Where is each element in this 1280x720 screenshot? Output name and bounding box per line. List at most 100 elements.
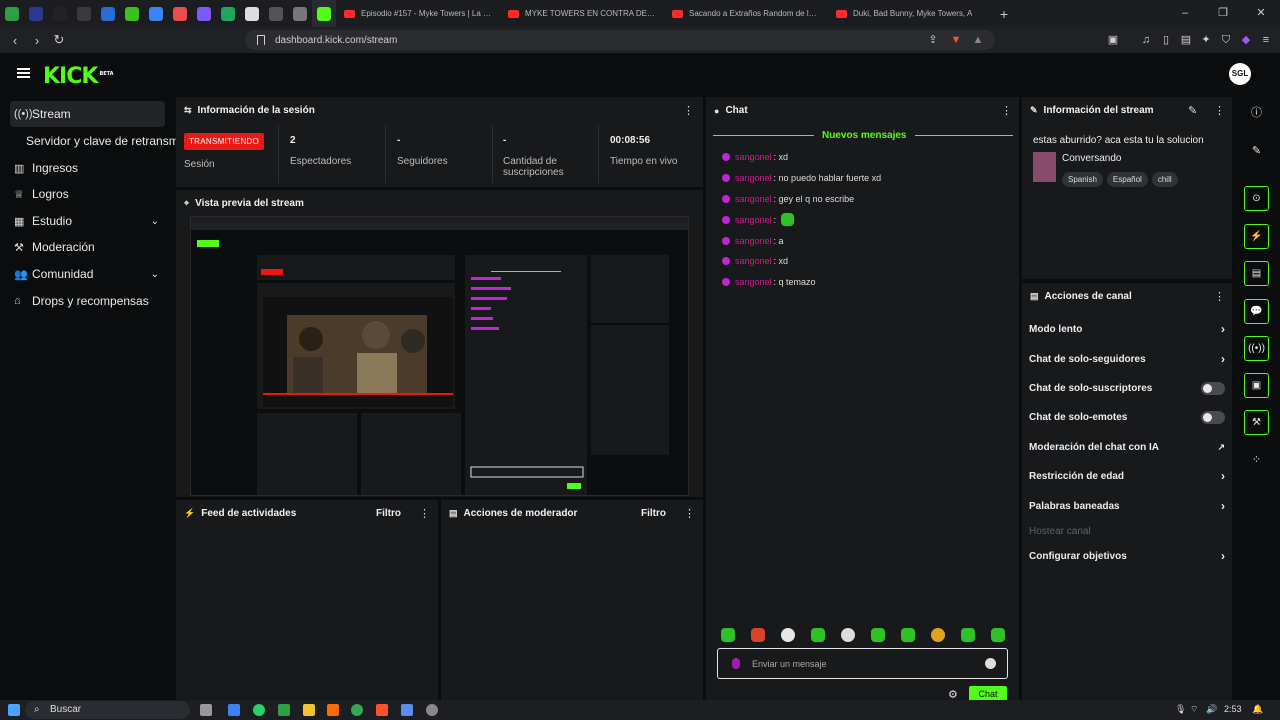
chrome-icon[interactable] (351, 704, 363, 716)
file-explorer-icon[interactable] (303, 704, 315, 716)
pinned-tab[interactable] (288, 0, 312, 27)
emote-icon[interactable] (901, 628, 915, 642)
emote-icon[interactable] (781, 628, 795, 642)
volume-icon[interactable]: 🔊 (1206, 704, 1217, 715)
wifi-icon[interactable]: ⌔ (1190, 704, 1198, 715)
emote-icon[interactable] (961, 628, 975, 642)
emote-icon[interactable] (991, 628, 1005, 642)
session-info-rail-icon[interactable]: ⊙ (1244, 186, 1269, 211)
sidebar-item-ingresos[interactable]: ▥ Ingresos (10, 155, 165, 181)
add-widget-icon[interactable]: ⁘ (1244, 448, 1269, 473)
pinned-tab[interactable] (168, 0, 192, 27)
channel-action-banned-words[interactable]: Palabras baneadas › (1029, 496, 1225, 516)
edit-icon[interactable]: ✎ (1188, 104, 1197, 117)
music-icon[interactable]: ♫ (1138, 32, 1154, 48)
pinned-tab[interactable] (120, 0, 144, 27)
kick-logo[interactable]: KICK BETA (43, 64, 114, 89)
browser-tab[interactable]: Sacando a Extraños Random de la Ca (664, 0, 828, 27)
edit-icon[interactable]: ✎ (1244, 139, 1269, 164)
kebab-menu-icon[interactable]: ⋮ (684, 507, 695, 520)
broadcast-icon[interactable]: ((•)) (1244, 336, 1269, 361)
chat-message[interactable]: sangonel: no puedo hablar fuerte xd (722, 171, 881, 184)
extension-icon[interactable]: ✦ (1198, 32, 1214, 48)
sidebar-toggle-icon[interactable]: ▣ (1105, 32, 1121, 48)
pinned-tab[interactable] (48, 0, 72, 27)
tag[interactable]: chill (1151, 172, 1178, 187)
wallet-icon[interactable]: ▤ (1178, 32, 1194, 48)
chat-input[interactable]: Enviar un mensaje (717, 648, 1008, 679)
tag[interactable]: Spanish (1062, 172, 1103, 187)
document-icon[interactable]: ▤ (1244, 261, 1269, 286)
notifications-icon[interactable]: 🔔 (1252, 704, 1263, 715)
chat-message[interactable]: sangonel: xd (722, 150, 788, 163)
avatar[interactable]: SGL (1229, 63, 1251, 85)
sidebar-item-drops[interactable]: ⌂ Drops y recompensas (10, 288, 165, 314)
reader-icon[interactable]: ▯ (1158, 32, 1174, 48)
url-field[interactable]: dashboard.kick.com/stream (245, 30, 995, 50)
browser-tab[interactable]: MYKE TOWERS EN CONTRA DE TODO (500, 0, 664, 27)
filter-button[interactable]: Filtro (641, 508, 666, 519)
brave-icon[interactable] (376, 704, 388, 716)
app-icon[interactable] (401, 704, 413, 716)
pinned-tab[interactable] (72, 0, 96, 27)
kebab-menu-icon[interactable]: ⋮ (1214, 104, 1225, 117)
app-icon[interactable] (327, 704, 339, 716)
sidebar-item-server-key[interactable]: Servidor y clave de retransmi (26, 128, 181, 154)
pinned-tab[interactable] (264, 0, 288, 27)
copilot-icon[interactable] (228, 704, 240, 716)
toggle-switch[interactable] (1201, 410, 1225, 424)
kebab-menu-icon[interactable]: ⋮ (1214, 290, 1225, 303)
restore-icon[interactable]: ❐ (1204, 0, 1242, 27)
obs-icon[interactable] (426, 704, 438, 716)
chat-bubble-icon[interactable]: 💬 (1244, 299, 1269, 324)
pinned-tab[interactable] (216, 0, 240, 27)
wrench-icon[interactable]: ⚒ (1244, 410, 1269, 435)
pinned-tab[interactable] (0, 0, 24, 27)
kebab-menu-icon[interactable]: ⋮ (419, 507, 430, 520)
hamburger-menu-icon[interactable] (17, 68, 30, 78)
close-window-icon[interactable]: ✕ (1242, 0, 1280, 27)
emote-icon[interactable] (871, 628, 885, 642)
sidebar-item-logros[interactable]: ♕ Logros (10, 181, 165, 207)
info-icon[interactable]: ⓘ (1244, 101, 1269, 126)
windows-start-icon[interactable] (8, 704, 20, 716)
emote-icon[interactable] (931, 628, 945, 642)
forward-icon[interactable]: › (26, 33, 48, 48)
tag[interactable]: Español (1106, 172, 1148, 187)
mic-icon[interactable]: 🎙 (1175, 704, 1186, 715)
stream-preview-video[interactable] (190, 216, 689, 496)
filter-button[interactable]: Filtro (376, 508, 401, 519)
sidebar-item-moderacion[interactable]: ⚒ Moderación (10, 234, 165, 260)
chat-message[interactable]: sangonel: q temazo (722, 275, 816, 288)
pinned-tab[interactable] (96, 0, 120, 27)
vpn-icon[interactable]: ⛉ (1218, 32, 1234, 48)
pinned-tab[interactable] (240, 0, 264, 27)
kebab-menu-icon[interactable]: ⋮ (683, 104, 694, 117)
leo-icon[interactable]: ◆ (1238, 32, 1254, 48)
bolt-icon[interactable]: ⚡ (1244, 224, 1269, 249)
sidebar-item-estudio[interactable]: ▦ Estudio ⌄ (10, 208, 165, 234)
whatsapp-icon[interactable] (253, 704, 265, 716)
toggle-switch[interactable] (1201, 381, 1225, 395)
pinned-tab[interactable] (192, 0, 216, 27)
chat-message[interactable]: sangonel: a (722, 234, 784, 247)
emote-icon[interactable] (721, 628, 735, 642)
channel-action-ai-moderation[interactable]: Moderación del chat con IA ↗ (1029, 437, 1225, 457)
pinned-tab-kick[interactable] (312, 0, 336, 27)
chat-message[interactable]: sangonel: gey el q no escribe (722, 192, 854, 205)
sidebar-item-stream[interactable]: ((•)) Stream (10, 101, 165, 127)
sidebar-item-comunidad[interactable]: 👥 Comunidad ⌄ (10, 261, 165, 287)
kebab-menu-icon[interactable]: ⋮ (1001, 104, 1012, 117)
minimize-icon[interactable]: – (1166, 0, 1204, 27)
pinned-tab[interactable] (24, 0, 48, 27)
emote-icon[interactable] (751, 628, 765, 642)
brave-rewards-icon[interactable]: ▲ (970, 32, 986, 48)
emoji-picker-icon[interactable] (985, 658, 996, 669)
category-name[interactable]: Conversando (1062, 153, 1121, 164)
taskbar-search[interactable]: ⌕ Buscar (25, 701, 190, 719)
share-icon[interactable]: ⇪ (925, 32, 941, 48)
channel-action-slow-mode[interactable]: Modo lento › (1029, 319, 1225, 339)
task-view-icon[interactable] (200, 704, 212, 716)
bookmark-icon[interactable] (257, 35, 265, 45)
app-icon[interactable] (278, 704, 290, 716)
